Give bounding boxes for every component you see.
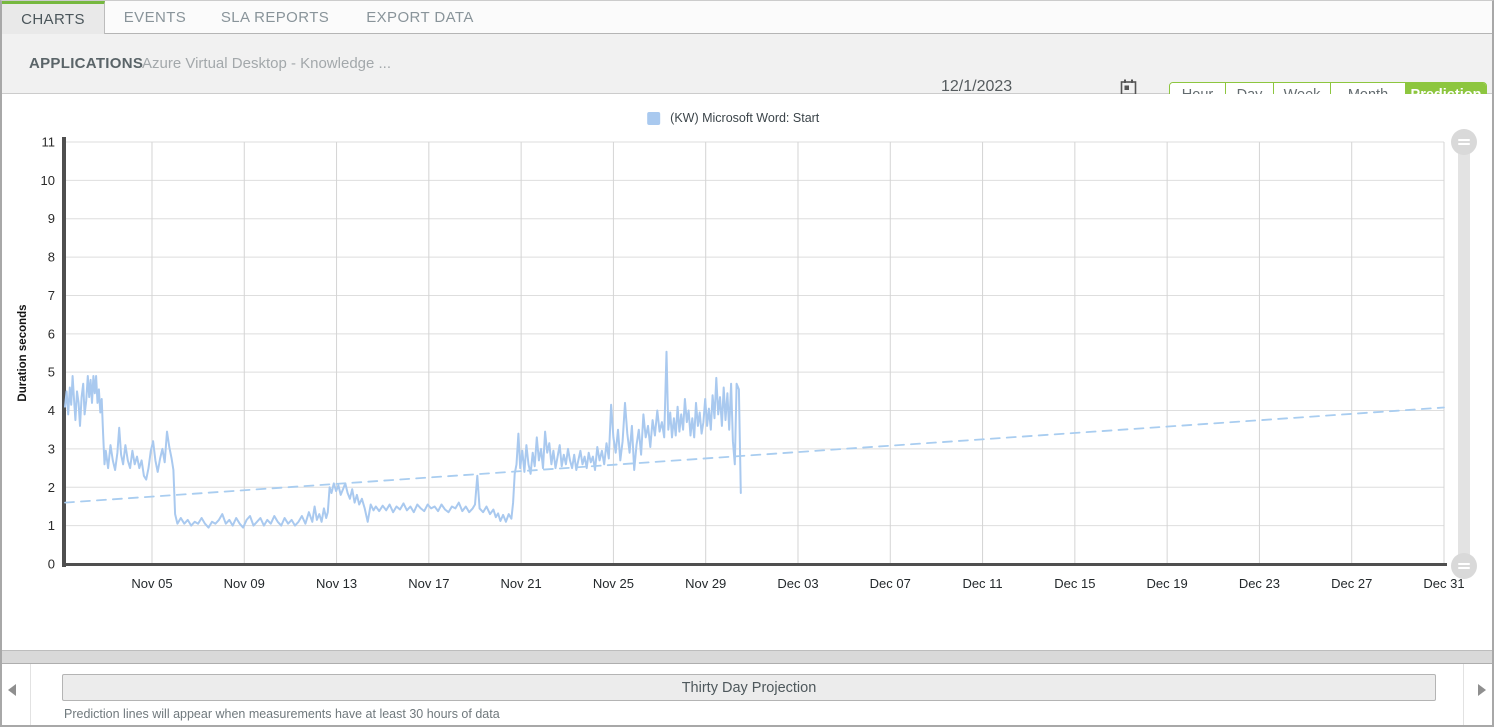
svg-text:8: 8 bbox=[48, 250, 55, 265]
application-name: Azure Virtual Desktop - Knowledge ... bbox=[142, 55, 391, 72]
svg-text:3: 3 bbox=[48, 441, 55, 456]
svg-text:Dec 03: Dec 03 bbox=[777, 576, 818, 591]
svg-text:Nov 13: Nov 13 bbox=[316, 576, 357, 591]
scroll-left-arrow-icon[interactable] bbox=[8, 684, 16, 696]
tab-export-data[interactable]: EXPORT DATA bbox=[345, 1, 495, 33]
svg-text:10: 10 bbox=[41, 173, 55, 188]
header-bar: APPLICATIONS Azure Virtual Desktop - Kno… bbox=[2, 34, 1492, 94]
axes bbox=[62, 137, 1447, 567]
svg-text:Dec 23: Dec 23 bbox=[1239, 576, 1280, 591]
svg-text:9: 9 bbox=[48, 211, 55, 226]
svg-text:4: 4 bbox=[48, 403, 55, 418]
svg-text:Dec 27: Dec 27 bbox=[1331, 576, 1372, 591]
thirty-day-projection-button[interactable]: Thirty Day Projection bbox=[62, 674, 1436, 701]
svg-text:Nov 21: Nov 21 bbox=[501, 576, 542, 591]
vertical-range-slider-track[interactable] bbox=[1458, 142, 1470, 566]
svg-text:Dec 19: Dec 19 bbox=[1147, 576, 1188, 591]
divider-band bbox=[2, 651, 1492, 664]
x-tick-labels: Nov 05 Nov 09 Nov 13 Nov 17 Nov 21 Nov 25 Nov … bbox=[131, 576, 1464, 591]
svg-text:Nov 17: Nov 17 bbox=[408, 576, 449, 591]
series-line bbox=[65, 352, 741, 528]
svg-text:Dec 15: Dec 15 bbox=[1054, 576, 1095, 591]
tab-bar: CHARTSEVENTSSLA REPORTSEXPORT DATA bbox=[2, 1, 1492, 34]
chart-area: (KW) Microsoft Word: Start 0123456789101… bbox=[2, 94, 1492, 651]
projection-panel: Thirty Day Projection Prediction lines w… bbox=[2, 664, 1492, 726]
panel-right-separator bbox=[1463, 664, 1464, 726]
svg-text:5: 5 bbox=[48, 365, 55, 380]
svg-text:Nov 29: Nov 29 bbox=[685, 576, 726, 591]
tab-charts[interactable]: CHARTS bbox=[2, 1, 105, 34]
tab-sla-reports[interactable]: SLA REPORTS bbox=[205, 1, 345, 33]
slider-handle-bottom[interactable] bbox=[1451, 553, 1477, 579]
gridlines bbox=[65, 142, 1444, 564]
panel-left-separator bbox=[30, 664, 31, 726]
prediction-note: Prediction lines will appear when measur… bbox=[64, 707, 500, 721]
svg-text:Dec 07: Dec 07 bbox=[870, 576, 911, 591]
duration-chart: 01234567891011Nov 05Nov 09Nov 13Nov 17No… bbox=[2, 94, 1494, 651]
app-window: CHARTSEVENTSSLA REPORTSEXPORT DATA APPLI… bbox=[0, 0, 1494, 727]
y-axis-title: Duration seconds bbox=[17, 304, 29, 401]
svg-text:Nov 05: Nov 05 bbox=[131, 576, 172, 591]
tab-events[interactable]: EVENTS bbox=[105, 1, 205, 33]
svg-text:Nov 25: Nov 25 bbox=[593, 576, 634, 591]
scroll-right-arrow-icon[interactable] bbox=[1478, 684, 1486, 696]
svg-text:Nov 09: Nov 09 bbox=[224, 576, 265, 591]
svg-text:2: 2 bbox=[48, 480, 55, 495]
prediction-dashed-line bbox=[65, 408, 1444, 503]
svg-text:Dec 31: Dec 31 bbox=[1423, 576, 1464, 591]
svg-text:11: 11 bbox=[42, 135, 56, 150]
svg-text:6: 6 bbox=[48, 326, 55, 341]
svg-text:0: 0 bbox=[48, 557, 55, 572]
y-tick-labels: 0 1 2 3 4 5 6 7 8 9 10 11 bbox=[41, 135, 55, 572]
applications-label: APPLICATIONS bbox=[29, 55, 143, 72]
slider-handle-top[interactable] bbox=[1451, 129, 1477, 155]
svg-text:1: 1 bbox=[48, 518, 55, 533]
svg-text:7: 7 bbox=[48, 288, 55, 303]
svg-text:Dec 11: Dec 11 bbox=[962, 576, 1002, 591]
